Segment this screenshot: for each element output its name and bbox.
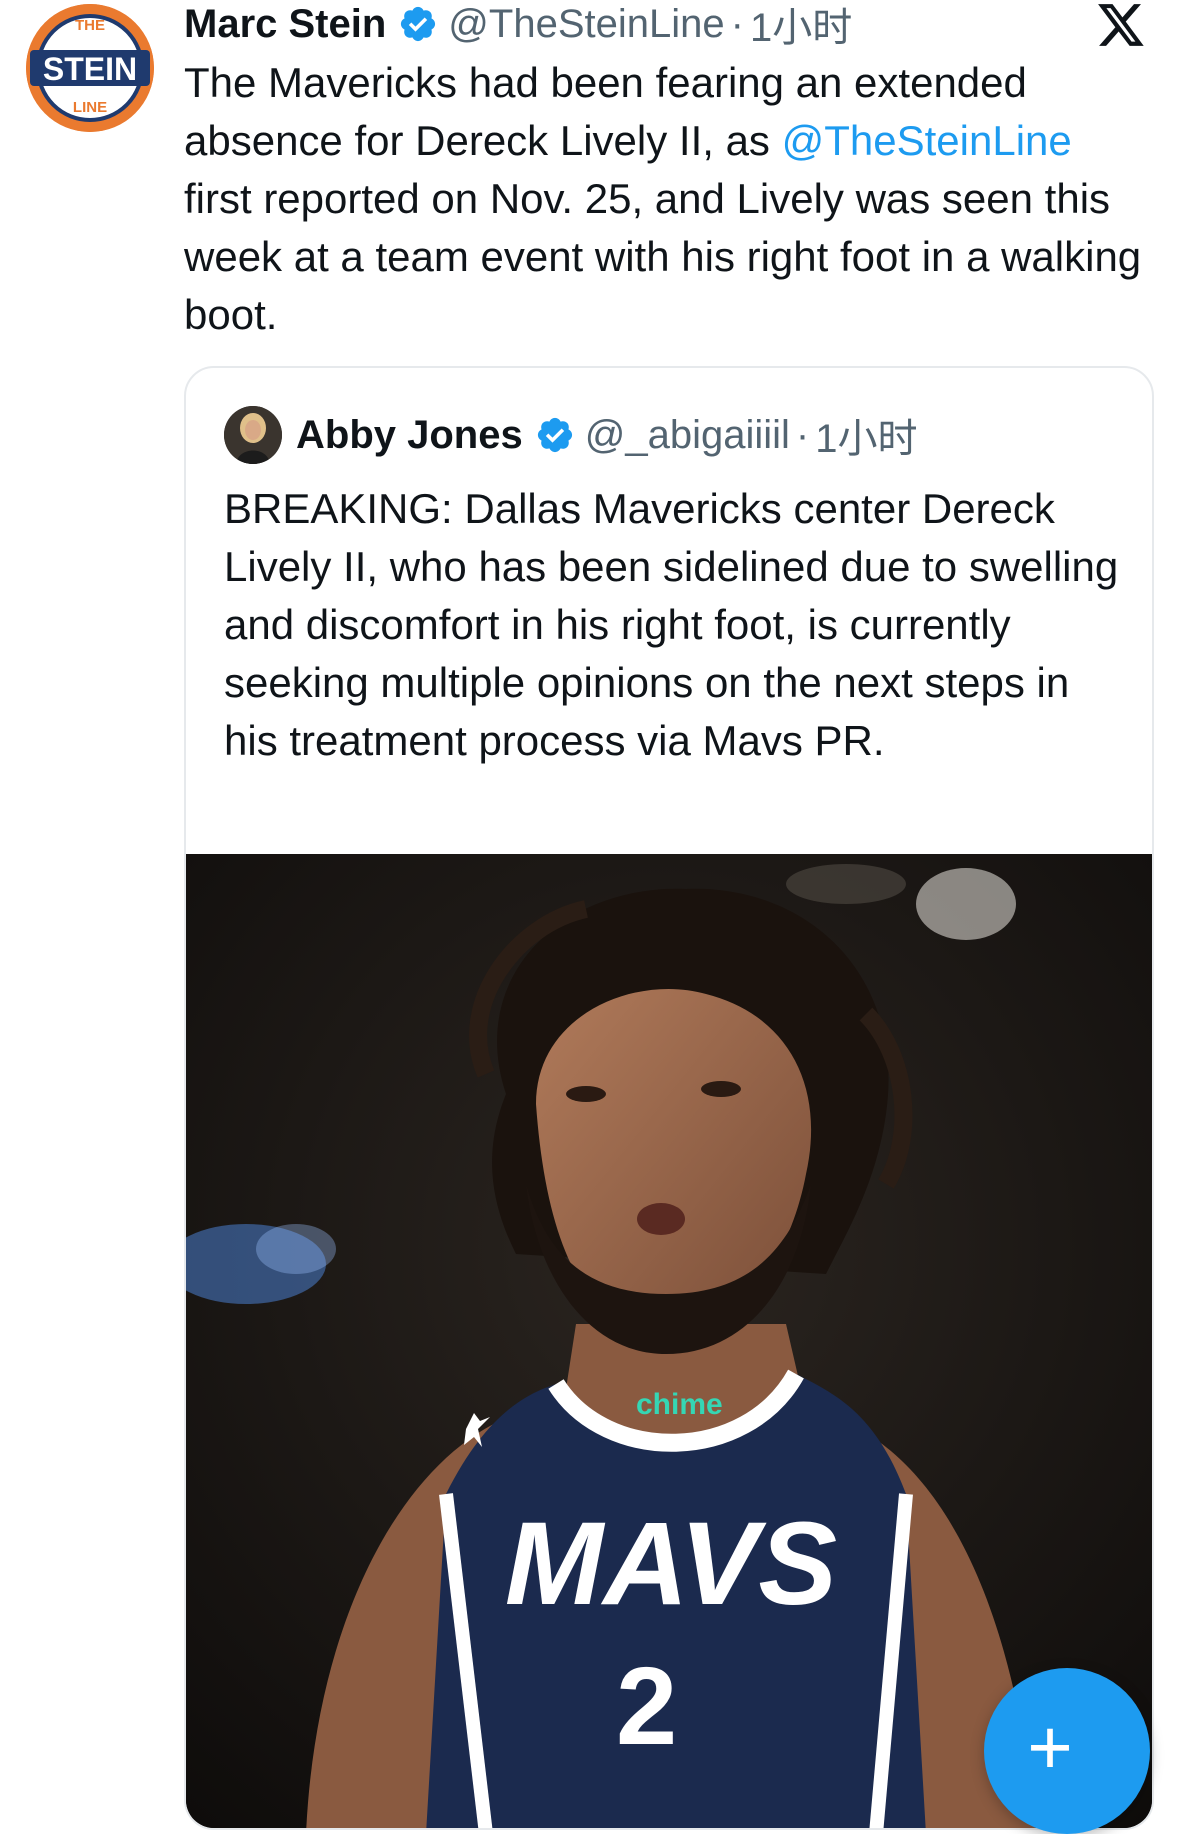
author-name[interactable]: Marc Stein xyxy=(184,2,386,47)
svg-text:MAVS: MAVS xyxy=(505,1498,837,1630)
quoted-author-avatar[interactable] xyxy=(224,406,282,464)
verified-badge-icon xyxy=(537,417,572,453)
quoted-avatar-image xyxy=(224,406,282,464)
tweet-body: The Mavericks had been fearing an extend… xyxy=(184,54,1144,344)
plus-icon: + xyxy=(1027,1703,1073,1791)
quoted-tweet-photo[interactable]: chime MAVS 2 xyxy=(186,854,1152,1828)
quoted-header-separator: · xyxy=(795,412,810,457)
author-handle[interactable]: @TheSteinLine xyxy=(448,2,724,47)
author-avatar[interactable]: THE STEIN LINE xyxy=(26,4,154,132)
quoted-author-name[interactable]: Abby Jones xyxy=(296,413,523,458)
quoted-tweet-header: Abby Jones @_abigaiiiil · 1小时 xyxy=(224,406,917,464)
header-separator: · xyxy=(730,1,744,46)
mention-link[interactable]: @TheSteinLine xyxy=(782,117,1072,164)
svg-text:LINE: LINE xyxy=(73,99,107,116)
svg-text:STEIN: STEIN xyxy=(43,51,137,87)
tweet-header: Marc Stein @TheSteinLine · 1小时 xyxy=(184,0,852,51)
quoted-tweet-body: BREAKING: Dallas Mavericks center Dereck… xyxy=(224,485,1119,764)
svg-text:THE: THE xyxy=(75,17,105,34)
compose-button[interactable]: + xyxy=(984,1668,1150,1834)
quoted-tweet-timestamp[interactable]: 1小时 xyxy=(815,406,917,464)
player-photo: chime MAVS 2 xyxy=(186,854,1152,1828)
stein-line-logo: THE STEIN LINE xyxy=(26,4,154,132)
tweet-timestamp[interactable]: 1小时 xyxy=(750,0,852,53)
x-logo-icon[interactable] xyxy=(1096,2,1146,48)
quoted-author-handle[interactable]: @_abigaiiiil xyxy=(585,413,790,458)
tweet-text-part2: first reported on Nov. 25, and Lively wa… xyxy=(184,175,1142,338)
verified-badge-icon xyxy=(401,6,436,42)
svg-text:2: 2 xyxy=(616,1645,677,1768)
quoted-tweet-card[interactable]: Abby Jones @_abigaiiiil · 1小时 BREAKING: … xyxy=(184,366,1154,1830)
svg-text:chime: chime xyxy=(636,1388,723,1421)
